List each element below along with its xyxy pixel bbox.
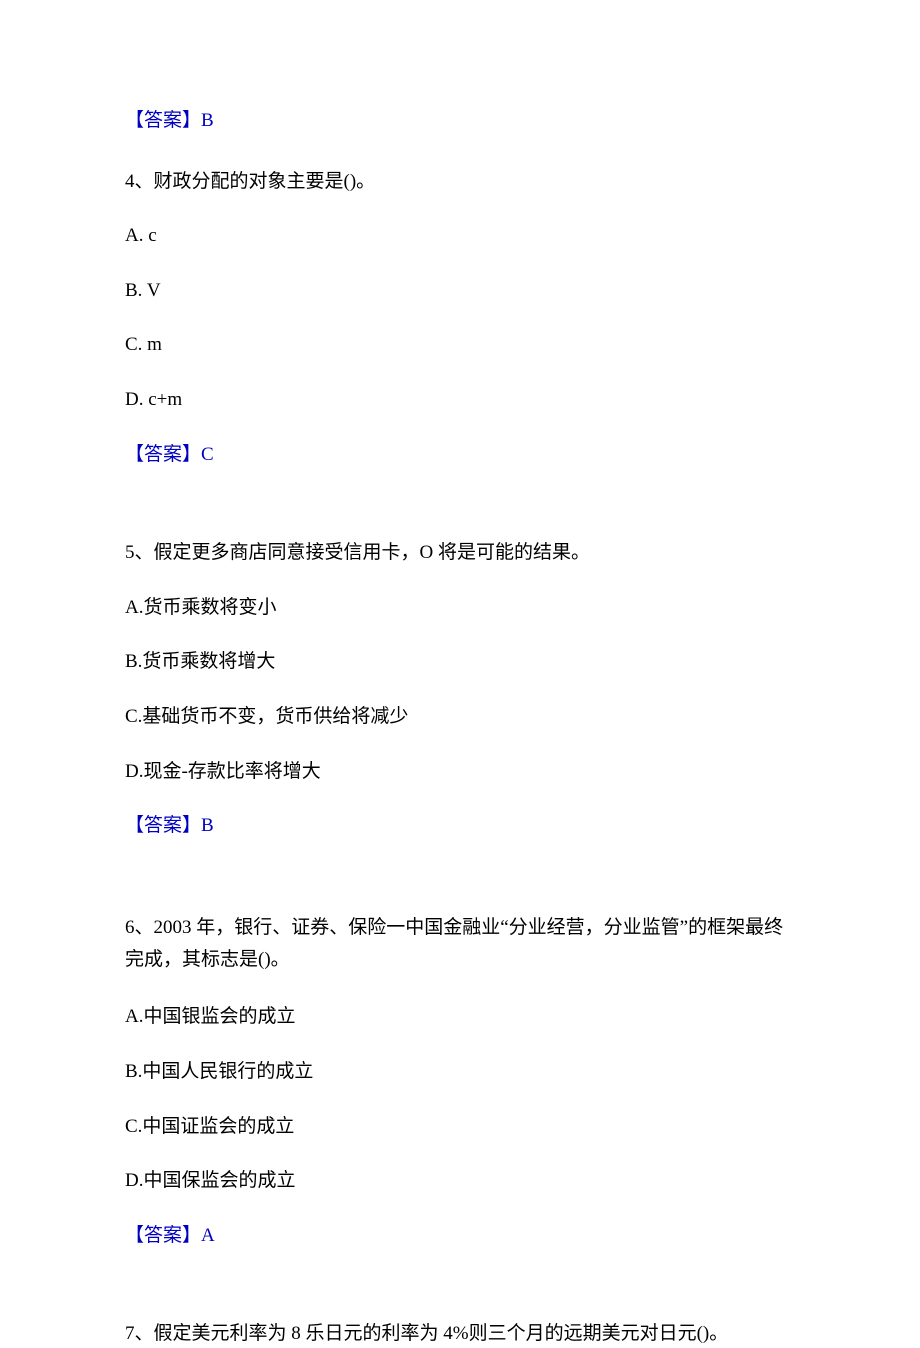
answer-4: 【答案】C [125,442,795,469]
question-4-stem: 4、财政分配的对象主要是()。 [125,169,795,196]
question-6-option-a: A.中国银监会的成立 [125,1004,795,1031]
question-4-option-d: D. c+m [125,387,795,414]
question-4-option-b: B. V [125,278,795,305]
question-5-option-c: C.基础货币不变，货币供给将减少 [125,704,795,731]
question-5-option-b: B.货币乘数将增大 [125,649,795,676]
spacer [125,1283,795,1321]
question-5-option-d: D.现金-存款比率将增大 [125,759,795,786]
question-6-option-b: B.中国人民银行的成立 [125,1059,795,1086]
answer-6: 【答案】A [125,1223,795,1250]
question-5-stem: 5、假定更多商店同意接受信用卡，O 将是可能的结果。 [125,540,795,567]
document-page: 【答案】B 4、财政分配的对象主要是()。 A. c B. V C. m D. … [0,0,920,1301]
question-6-stem: 6、2003 年，银行、证券、保险一中国金融业“分业经营，分业监管”的框架最终完… [125,912,795,977]
question-6-option-d: D.中国保监会的成立 [125,1168,795,1195]
question-4-option-c: C. m [125,332,795,359]
answer-5: 【答案】B [125,813,795,840]
spacer [125,502,795,540]
question-5-option-a: A.货币乘数将变小 [125,595,795,622]
spacer [125,874,795,912]
question-6-option-c: C.中国证监会的成立 [125,1114,795,1141]
answer-3: 【答案】B [125,108,795,135]
question-7-stem: 7、假定美元利率为 8 乐日元的利率为 4%则三个月的远期美元对日元()。 [125,1321,795,1348]
question-4-option-a: A. c [125,223,795,250]
